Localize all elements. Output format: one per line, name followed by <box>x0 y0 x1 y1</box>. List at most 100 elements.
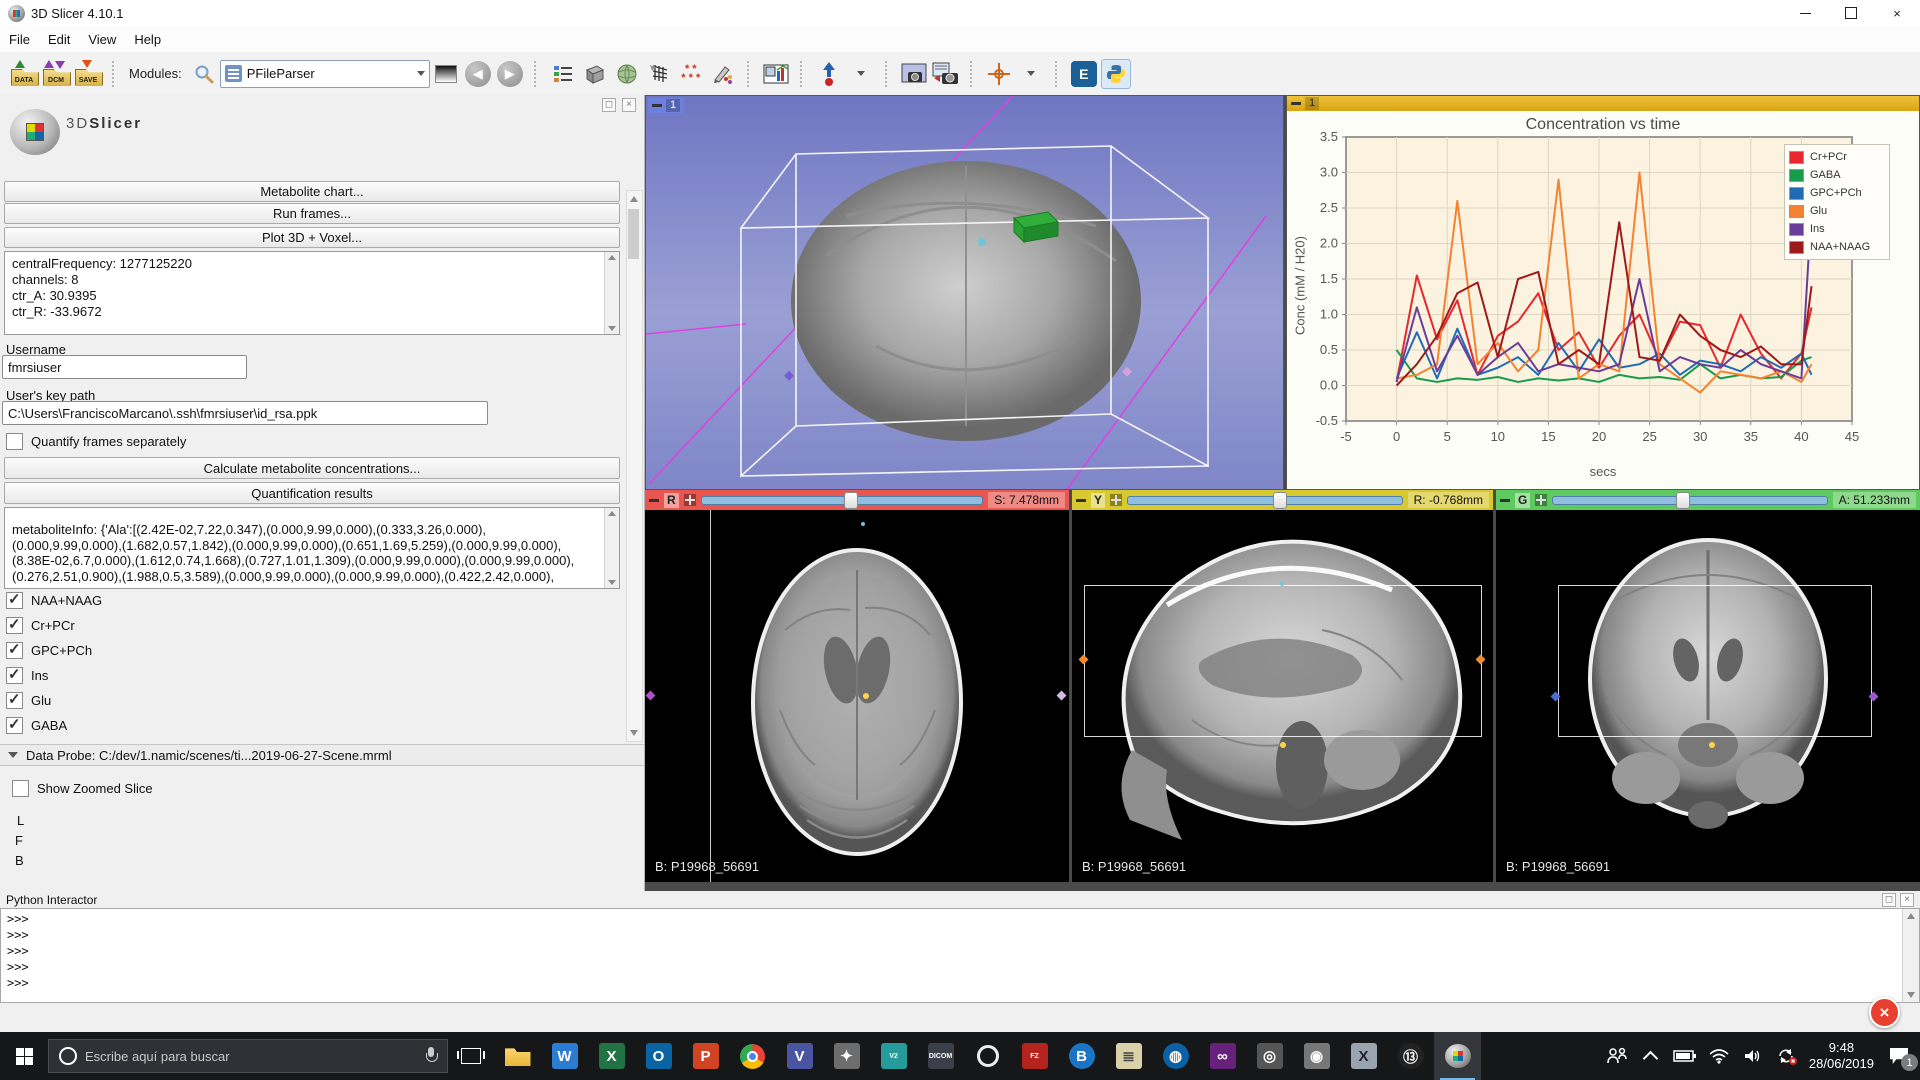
pin-icon[interactable] <box>652 104 662 107</box>
fiducial-dot-cyan[interactable] <box>861 522 865 526</box>
save-button[interactable]: SAVE <box>73 58 103 90</box>
3d-view-controller[interactable]: 1 <box>648 98 684 113</box>
surface-sphere-button[interactable] <box>612 58 642 90</box>
speaker-icon[interactable] <box>1741 1044 1765 1068</box>
close-console-icon[interactable]: × <box>1900 893 1914 907</box>
slice-slider[interactable] <box>1552 496 1827 505</box>
taskbar-app-slicer[interactable] <box>1434 1032 1481 1080</box>
taskbar-app-powerpoint[interactable]: P <box>682 1032 729 1080</box>
close-panel-icon[interactable]: × <box>622 98 636 112</box>
data-probe-header[interactable]: Data Probe: C:/dev/1.namic/scenes/ti...2… <box>0 744 644 766</box>
markup-pencil-button[interactable] <box>708 58 738 90</box>
3d-view[interactable]: 1 <box>645 95 1284 490</box>
taskbar-app-notes-app[interactable]: ≣ <box>1105 1032 1152 1080</box>
taskbar-app-file-explorer[interactable] <box>494 1032 541 1080</box>
taskbar-app-gray-app-2[interactable]: ◉ <box>1293 1032 1340 1080</box>
taskbar-app-utility-app[interactable]: ✦ <box>823 1032 870 1080</box>
fiducial-dot[interactable] <box>978 238 986 246</box>
show-zoomed-slice-checkbox[interactable]: Show Zoomed Slice <box>12 780 153 797</box>
taskbar-app-b13-app[interactable]: ⑬ <box>1387 1032 1434 1080</box>
yellow-slice-view[interactable]: B: P19968_56691 <box>1072 510 1493 882</box>
screenshot-button[interactable] <box>899 58 929 90</box>
wifi-icon[interactable] <box>1707 1044 1731 1068</box>
checkbox-checked[interactable] <box>6 667 23 684</box>
textbox-scrollbar[interactable] <box>604 508 619 588</box>
calculate-concentrations-button[interactable]: Calculate metabolite concentrations... <box>4 457 620 479</box>
taskbar-app-filezilla[interactable]: FZ <box>1011 1032 1058 1080</box>
menu-help[interactable]: Help <box>125 32 170 47</box>
start-button[interactable] <box>0 1032 48 1080</box>
module-back-button[interactable]: ◀ <box>463 58 493 90</box>
checkbox-unchecked[interactable] <box>6 433 23 450</box>
taskbar-app-outlook[interactable]: O <box>635 1032 682 1080</box>
transform-grid-button[interactable] <box>644 58 674 90</box>
extensions-manager-button[interactable]: E <box>1069 58 1099 90</box>
red-slice-view[interactable]: B: P19968_56691 <box>645 510 1069 882</box>
taskbar-clock[interactable]: 9:48 28/06/2019 <box>1809 1040 1874 1072</box>
3d-render-canvas[interactable] <box>646 96 1284 490</box>
keypath-field[interactable]: C:\Users\FranciscoMarcano\.ssh\fmrsiuser… <box>2 401 488 425</box>
slice-link-icon[interactable] <box>684 494 696 506</box>
slice-slider[interactable] <box>701 496 984 505</box>
module-selector-combo[interactable]: PFileParser <box>220 60 430 88</box>
slider-handle[interactable] <box>1676 492 1690 509</box>
task-view-button[interactable] <box>448 1032 494 1080</box>
layout-tree-button[interactable] <box>548 58 578 90</box>
menu-view[interactable]: View <box>79 32 125 47</box>
people-icon[interactable] <box>1605 1044 1629 1068</box>
green-slice-bar[interactable]: G A: 51.233mm <box>1496 490 1920 510</box>
chart-view[interactable]: 1 Concentration vs time Conc (mM / H20) … <box>1286 95 1920 490</box>
fiducial-dropdown[interactable] <box>846 58 876 90</box>
slice-slider[interactable] <box>1127 496 1403 505</box>
scene-view-button[interactable] <box>931 58 961 90</box>
taskbar-app-visual-studio[interactable]: ∞ <box>1199 1032 1246 1080</box>
yellow-slice-bar[interactable]: Y R: -0.768mm <box>1072 490 1493 510</box>
module-forward-button[interactable]: ▶ <box>495 58 525 90</box>
module-history-button[interactable] <box>431 58 461 90</box>
menu-edit[interactable]: Edit <box>39 32 79 47</box>
python-console-button[interactable] <box>1101 58 1131 90</box>
fiducial-dot[interactable] <box>863 693 869 699</box>
slice-handle-pink[interactable] <box>1122 367 1132 377</box>
taskbar-app-excel[interactable]: X <box>588 1032 635 1080</box>
crosshair-stars-button[interactable]: * ** * * <box>676 58 706 90</box>
green-slice-view[interactable]: B: P19968_56691 <box>1496 510 1920 882</box>
battery-icon[interactable] <box>1673 1044 1697 1068</box>
taskbar-app-gray-app-1[interactable]: ◎ <box>1246 1032 1293 1080</box>
maximize-button[interactable] <box>1828 0 1874 26</box>
quantify-frames-checkbox[interactable]: Quantify frames separately <box>6 433 186 450</box>
console-scrollbar[interactable] <box>1902 909 1919 1002</box>
sync-error-icon[interactable] <box>1775 1044 1799 1068</box>
pin-icon[interactable] <box>1291 102 1301 105</box>
module-search-button[interactable] <box>189 58 219 90</box>
tray-expand-chevron[interactable] <box>1639 1044 1663 1068</box>
python-console[interactable]: >>> >>> >>> >>> >>> <box>0 908 1920 1003</box>
taskbar-app-dicom-viewer[interactable]: DICOM <box>917 1032 964 1080</box>
chart-view-controller[interactable]: 1 <box>1287 96 1919 111</box>
voxel-marker[interactable] <box>1014 212 1058 242</box>
taskbar-app-voice-recorder[interactable] <box>964 1032 1011 1080</box>
pin-icon[interactable] <box>649 499 659 502</box>
slider-handle[interactable] <box>1273 492 1287 509</box>
slice-link-icon[interactable] <box>1110 494 1122 506</box>
undock-panel-icon[interactable]: ◻ <box>602 98 616 112</box>
module-panel-scrollbar[interactable] <box>626 190 643 742</box>
checkbox-checked[interactable] <box>6 617 23 634</box>
action-center-button[interactable]: 1 <box>1884 1041 1914 1071</box>
microphone-icon[interactable] <box>425 1047 437 1065</box>
plot-3d-voxel-button[interactable]: Plot 3D + Voxel... <box>4 227 620 248</box>
run-frames-button[interactable]: Run frames... <box>4 203 620 224</box>
textbox-scrollbar[interactable] <box>604 252 619 334</box>
metabolite-checkbox-naa[interactable]: NAA+NAAG <box>6 592 102 609</box>
checkbox-checked[interactable] <box>6 717 23 734</box>
metabolite-checkbox-cr[interactable]: Cr+PCr <box>6 617 75 634</box>
fiducial-dot[interactable] <box>1280 742 1286 748</box>
undock-console-icon[interactable]: ◻ <box>1882 893 1896 907</box>
taskbar-app-chrome[interactable] <box>729 1032 776 1080</box>
taskbar-app-visio[interactable]: V <box>776 1032 823 1080</box>
fiducial-button[interactable] <box>814 58 844 90</box>
slice-handle-purple[interactable] <box>784 371 794 381</box>
crosshair-nav-button[interactable] <box>984 58 1014 90</box>
layout-selector-button[interactable] <box>761 58 791 90</box>
checkbox-unchecked[interactable] <box>12 780 29 797</box>
